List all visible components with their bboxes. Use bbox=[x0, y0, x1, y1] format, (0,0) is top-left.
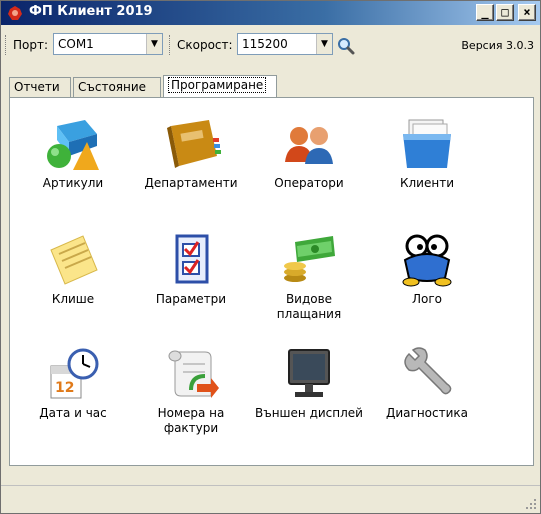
users-icon bbox=[285, 127, 333, 164]
port-label: Порт: bbox=[13, 38, 49, 52]
item-label: Дата и час bbox=[39, 406, 107, 420]
app-logo-icon bbox=[8, 6, 22, 20]
maximize-button[interactable]: □ bbox=[496, 4, 514, 21]
speed-select[interactable]: 115200 ▼ bbox=[237, 33, 333, 55]
toolbar: Порт: COM1 ▼ Скорост: 115200 ▼ Версия 3.… bbox=[1, 27, 540, 63]
title-bar[interactable]: ФП Клиент 2019 _ □ × bbox=[1, 1, 540, 25]
toolbar-grip[interactable] bbox=[5, 35, 8, 55]
logo-icon bbox=[402, 234, 452, 287]
port-value: COM1 bbox=[58, 37, 94, 51]
item-label: Клиенти bbox=[399, 176, 454, 190]
item-label: Диагностика bbox=[385, 406, 468, 420]
item-invoice-numbers[interactable]: Номера на фактури bbox=[136, 346, 246, 436]
tab-label: Отчети bbox=[14, 80, 60, 94]
status-bar bbox=[1, 485, 540, 513]
tab-label: Състояние bbox=[78, 80, 147, 94]
toolbar-grip[interactable] bbox=[169, 35, 172, 55]
checklist-icon bbox=[175, 234, 209, 284]
item-label: Оператори bbox=[274, 176, 344, 190]
folder-icon bbox=[403, 119, 451, 168]
chevron-down-icon[interactable]: ▼ bbox=[146, 34, 162, 54]
item-articles[interactable]: Артикули bbox=[18, 116, 128, 191]
wrench-icon bbox=[404, 347, 452, 395]
minimize-button[interactable]: _ bbox=[476, 4, 494, 21]
app-window: ФП Клиент 2019 _ □ × Порт: COM1 ▼ Скорос… bbox=[0, 0, 541, 514]
money-icon bbox=[284, 236, 335, 282]
item-label: Департаменти bbox=[144, 176, 238, 190]
item-label: Параметри bbox=[155, 292, 227, 306]
item-label: Артикули bbox=[42, 176, 104, 190]
item-departments[interactable]: Департаменти bbox=[136, 116, 246, 191]
svg-text:12: 12 bbox=[55, 380, 74, 396]
item-parameters[interactable]: Параметри bbox=[136, 232, 246, 307]
search-icon[interactable] bbox=[337, 37, 355, 55]
calendar-clock-icon: 12 bbox=[50, 348, 99, 399]
item-clients[interactable]: Клиенти bbox=[372, 116, 482, 191]
book-icon bbox=[167, 120, 221, 168]
notepad-icon bbox=[50, 235, 98, 285]
tab-label: Програмиране bbox=[168, 77, 267, 93]
item-label: Номера на фактури bbox=[157, 406, 225, 435]
item-logo[interactable]: Лого bbox=[372, 232, 482, 307]
version-label: Версия 3.0.3 bbox=[461, 39, 534, 52]
monitor-icon bbox=[288, 349, 330, 397]
item-label: Клише bbox=[51, 292, 95, 306]
port-select[interactable]: COM1 ▼ bbox=[53, 33, 163, 55]
tab-status[interactable]: Състояние bbox=[73, 77, 161, 97]
window-title: ФП Клиент 2019 bbox=[29, 4, 153, 19]
item-operators[interactable]: Оператори bbox=[254, 116, 364, 191]
scroll-icon bbox=[168, 350, 219, 398]
programming-panel: Артикули Департаменти Оператори Клиенти … bbox=[9, 97, 534, 466]
item-payment-types[interactable]: Видове плащания bbox=[254, 232, 364, 322]
item-label: Външен дисплей bbox=[255, 406, 363, 420]
item-label: Лого bbox=[411, 292, 442, 306]
item-date-time[interactable]: 12 Дата и час bbox=[18, 346, 128, 421]
shapes-icon bbox=[47, 120, 99, 170]
tab-reports[interactable]: Отчети bbox=[9, 77, 71, 97]
speed-label: Скорост: bbox=[177, 38, 233, 52]
chevron-down-icon[interactable]: ▼ bbox=[316, 34, 332, 54]
resize-grip-icon[interactable] bbox=[525, 498, 537, 510]
item-external-display[interactable]: Външен дисплей bbox=[254, 346, 364, 421]
speed-value: 115200 bbox=[242, 37, 288, 51]
item-label: Видове плащания bbox=[276, 292, 342, 321]
item-cliche[interactable]: Клише bbox=[18, 232, 128, 307]
item-diagnostics[interactable]: Диагностика bbox=[372, 346, 482, 421]
tab-programming[interactable]: Програмиране bbox=[163, 75, 277, 98]
close-button[interactable]: × bbox=[518, 4, 536, 21]
